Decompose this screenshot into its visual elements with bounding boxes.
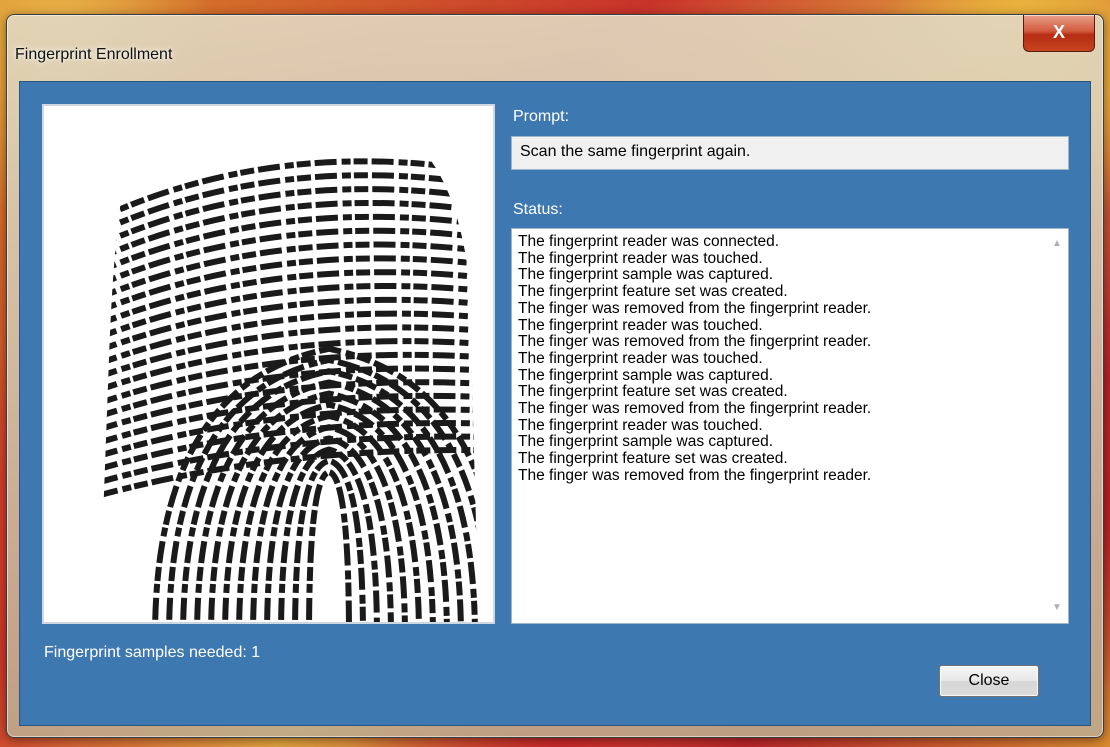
dialog-client-area: Fingerprint samples needed: 1 Prompt: Sc… (19, 81, 1091, 726)
status-line: The fingerprint reader was connected. (518, 233, 780, 250)
scroll-down-arrow-icon[interactable]: ▼ (1046, 597, 1068, 619)
title-bar[interactable]: Fingerprint Enrollment X (7, 15, 1103, 81)
status-line: The fingerprint feature set was created. (518, 283, 788, 301)
status-line: The fingerprint reader was touched. (518, 316, 763, 334)
fingerprint-enrollment-window: Fingerprint Enrollment X Fingerprint sam… (6, 14, 1104, 738)
status-label: Status: (513, 201, 563, 218)
status-line: The fingerprint sample was captured. (518, 433, 774, 451)
status-line: The fingerprint reader was touched. (518, 349, 763, 367)
status-scrollbar[interactable]: ▲ ▼ (1046, 229, 1068, 623)
status-line: The fingerprint reader was touched. (518, 416, 763, 434)
prompt-field: Scan the same fingerprint again. (511, 136, 1069, 170)
status-line: The finger was removed from the fingerpr… (518, 299, 872, 317)
prompt-label: Prompt: (513, 108, 570, 125)
close-icon: X (1052, 22, 1065, 42)
scroll-up-arrow-icon[interactable]: ▲ (1046, 233, 1068, 255)
status-line: The finger was removed from the fingerpr… (518, 466, 872, 484)
status-line: The fingerprint sample was captured. (518, 366, 774, 384)
status-line: The fingerprint feature set was created. (518, 450, 788, 468)
window-close-button[interactable]: X (1023, 15, 1095, 52)
status-line: The fingerprint sample was captured. (518, 266, 774, 284)
window-title: Fingerprint Enrollment (15, 46, 173, 63)
status-line: The finger was removed from the fingerpr… (518, 400, 872, 418)
status-line: The fingerprint reader was touched. (518, 249, 763, 267)
fingerprint-image-panel (42, 104, 495, 624)
status-line: The fingerprint feature set was created. (518, 383, 788, 401)
status-line: The finger was removed from the fingerpr… (518, 333, 872, 351)
fingerprint-image (99, 158, 479, 622)
close-button[interactable]: Close (939, 665, 1039, 697)
status-log[interactable]: The fingerprint reader was connected. The… (511, 228, 1069, 624)
status-lines: The fingerprint reader was connected. The… (518, 233, 1040, 485)
samples-needed-label: Fingerprint samples needed: 1 (44, 644, 261, 661)
